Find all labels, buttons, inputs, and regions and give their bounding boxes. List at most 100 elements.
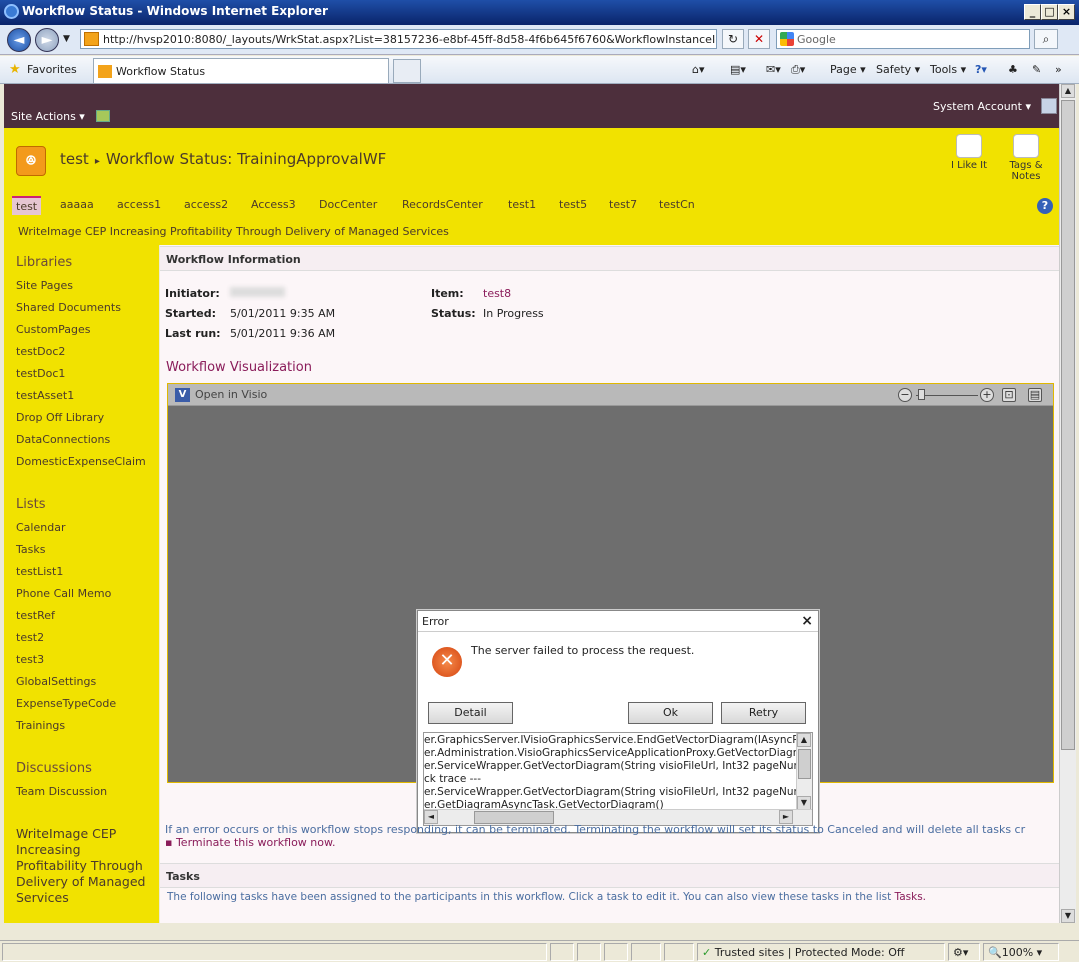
ok-button[interactable]: Ok bbox=[628, 702, 713, 724]
zoom-out-icon[interactable]: − bbox=[898, 388, 912, 402]
quicklaunch-item[interactable]: testDoc1 bbox=[16, 367, 65, 380]
research-icon[interactable]: ♣ bbox=[1008, 63, 1018, 76]
feeds-icon[interactable]: ▤▾ bbox=[730, 63, 746, 76]
quicklaunch-item[interactable]: testList1 bbox=[16, 565, 63, 578]
browser-tab[interactable]: Workflow Status bbox=[93, 58, 389, 83]
breadcrumb-site-link[interactable]: test bbox=[60, 150, 89, 168]
scroll-down-icon[interactable]: ▼ bbox=[1061, 909, 1075, 923]
lastrun-value: 5/01/2011 9:36 AM bbox=[230, 327, 336, 340]
topnav-test1[interactable]: test1 bbox=[508, 198, 536, 211]
topnav-test7[interactable]: test7 bbox=[609, 198, 637, 211]
open-in-visio-button[interactable]: Open in Visio bbox=[195, 388, 267, 401]
quicklaunch-item[interactable]: CustomPages bbox=[16, 323, 91, 336]
topnav-doccenter[interactable]: DocCenter bbox=[319, 198, 377, 211]
i-like-it-button[interactable]: I Like It bbox=[948, 134, 990, 171]
stop-button[interactable]: ✕ bbox=[748, 29, 770, 49]
forward-button[interactable]: ► bbox=[35, 28, 59, 52]
new-tab-button[interactable] bbox=[393, 59, 421, 83]
discussions-heading[interactable]: Discussions bbox=[16, 761, 92, 776]
scroll-right-icon[interactable]: ► bbox=[779, 810, 793, 824]
mail-icon[interactable]: ✉▾ bbox=[766, 63, 781, 76]
site-actions-menu[interactable]: Site Actions ▾ bbox=[11, 110, 85, 123]
scroll-up-icon[interactable]: ▲ bbox=[1061, 84, 1075, 98]
scroll-down-icon[interactable]: ▼ bbox=[797, 796, 811, 810]
quicklaunch-item[interactable]: Phone Call Memo bbox=[16, 587, 111, 600]
print-icon[interactable]: ⎙▾ bbox=[791, 63, 805, 77]
page-vertical-scrollbar[interactable]: ▲ ▼ bbox=[1059, 84, 1076, 923]
quicklaunch-item[interactable]: Team Discussion bbox=[16, 785, 107, 798]
search-button[interactable]: ⌕ bbox=[1034, 29, 1058, 49]
zoom-level-button[interactable]: 🔍100% ▾ bbox=[983, 943, 1059, 961]
quicklaunch-item[interactable]: DomesticExpenseClaim bbox=[16, 455, 146, 468]
topnav-recordscenter[interactable]: RecordsCenter bbox=[402, 198, 483, 211]
google-icon bbox=[780, 32, 794, 46]
scroll-left-icon[interactable]: ◄ bbox=[424, 810, 438, 824]
navigate-up-icon[interactable] bbox=[96, 110, 110, 122]
quicklaunch-item[interactable]: Drop Off Library bbox=[16, 411, 104, 424]
tools-menu[interactable]: Tools ▾ bbox=[930, 63, 966, 76]
quicklaunch-item[interactable]: Tasks bbox=[16, 543, 45, 556]
help-menu-icon[interactable]: ?▾ bbox=[975, 63, 987, 76]
toolbar-extra-icon[interactable]: ✎ bbox=[1032, 63, 1041, 76]
close-window-button[interactable]: × bbox=[1058, 4, 1075, 20]
help-icon[interactable]: ? bbox=[1037, 198, 1053, 214]
terminate-workflow-link[interactable]: ▪ Terminate this workflow now. bbox=[165, 836, 336, 849]
topnav-test5[interactable]: test5 bbox=[559, 198, 587, 211]
page-menu[interactable]: Page ▾ bbox=[830, 63, 866, 76]
topnav-aaaaa[interactable]: aaaaa bbox=[60, 198, 94, 211]
close-icon[interactable]: × bbox=[801, 613, 813, 629]
shape-info-pane-icon[interactable]: ▤ bbox=[1028, 388, 1042, 402]
recent-pages-dropdown-icon[interactable]: ▼ bbox=[63, 34, 70, 44]
quicklaunch-item[interactable]: testRef bbox=[16, 609, 55, 622]
favorites-button[interactable]: Favorites bbox=[27, 63, 77, 76]
error-trace-textbox[interactable]: er.GraphicsServer.IVisioGraphicsService.… bbox=[423, 732, 813, 826]
visio-icon: V bbox=[175, 388, 190, 402]
topnav-access1[interactable]: access1 bbox=[117, 198, 161, 211]
libraries-heading[interactable]: Libraries bbox=[16, 255, 72, 270]
zoom-in-icon[interactable]: + bbox=[980, 388, 994, 402]
minimize-button[interactable]: _ bbox=[1024, 4, 1041, 20]
quicklaunch-item[interactable]: GlobalSettings bbox=[16, 675, 96, 688]
topnav-testcn[interactable]: testCn bbox=[659, 198, 695, 211]
back-button[interactable]: ◄ bbox=[7, 28, 31, 52]
quicklaunch-item[interactable]: ExpenseTypeCode bbox=[16, 697, 116, 710]
quicklaunch-item[interactable]: test3 bbox=[16, 653, 44, 666]
quicklaunch-item[interactable]: Calendar bbox=[16, 521, 65, 534]
quicklaunch-item[interactable]: testAsset1 bbox=[16, 389, 74, 402]
protected-mode-icon[interactable]: ⚙▾ bbox=[948, 943, 980, 961]
scroll-thumb[interactable] bbox=[798, 749, 811, 779]
scroll-up-icon[interactable]: ▲ bbox=[797, 733, 811, 747]
maximize-button[interactable]: □ bbox=[1041, 4, 1058, 20]
safety-menu[interactable]: Safety ▾ bbox=[876, 63, 920, 76]
tasks-list-link[interactable]: Tasks. bbox=[895, 891, 926, 903]
refresh-button[interactable]: ↻ bbox=[722, 29, 744, 49]
fit-to-window-icon[interactable]: ⊡ bbox=[1002, 388, 1016, 402]
zoom-slider-thumb[interactable] bbox=[918, 389, 925, 400]
scroll-thumb[interactable] bbox=[1061, 100, 1075, 750]
quick-launch: Libraries Site Pages Shared Documents Cu… bbox=[4, 245, 159, 923]
search-input[interactable]: Google bbox=[776, 29, 1030, 49]
quicklaunch-item[interactable]: Trainings bbox=[16, 719, 65, 732]
home-icon[interactable]: ⌂▾ bbox=[692, 63, 705, 76]
quicklaunch-item[interactable]: test2 bbox=[16, 631, 44, 644]
security-zone-panel[interactable]: ✓ Trusted sites | Protected Mode: Off bbox=[697, 943, 945, 961]
topnav-access2[interactable]: access2 bbox=[184, 198, 228, 211]
topnav-access3[interactable]: Access3 bbox=[251, 198, 296, 211]
site-logo-icon[interactable]: ꔮ bbox=[16, 146, 46, 176]
quicklaunch-item[interactable]: DataConnections bbox=[16, 433, 110, 446]
account-menu[interactable]: System Account ▾ bbox=[933, 100, 1031, 113]
tags-notes-button[interactable]: Tags & Notes bbox=[1005, 134, 1047, 182]
lists-heading[interactable]: Lists bbox=[16, 497, 46, 512]
quicklaunch-item[interactable]: testDoc2 bbox=[16, 345, 65, 358]
retry-button[interactable]: Retry bbox=[721, 702, 806, 724]
zoom-slider-track[interactable] bbox=[916, 395, 978, 396]
item-link[interactable]: test8 bbox=[483, 287, 511, 300]
quicklaunch-item[interactable]: Site Pages bbox=[16, 279, 73, 292]
detail-button[interactable]: Detail bbox=[428, 702, 513, 724]
social-profile-icon[interactable] bbox=[1041, 98, 1057, 114]
address-input[interactable]: http://hvsp2010:8080/_layouts/WrkStat.as… bbox=[80, 29, 717, 49]
trace-vertical-scrollbar[interactable]: ▲ ▼ bbox=[796, 733, 812, 810]
topnav-test[interactable]: test bbox=[12, 196, 42, 215]
quicklaunch-item[interactable]: Shared Documents bbox=[16, 301, 121, 314]
toolbar-options-icon[interactable]: » bbox=[1055, 63, 1062, 76]
